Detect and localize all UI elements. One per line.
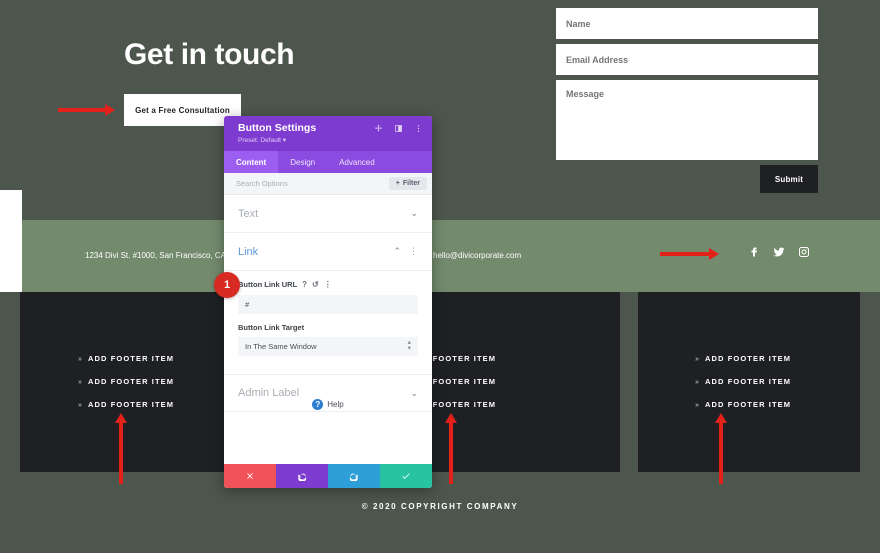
filter-button[interactable]: + Filter — [388, 177, 427, 190]
undo-button[interactable] — [276, 464, 328, 488]
more-options-icon[interactable] — [414, 124, 423, 133]
footer-item[interactable]: »ADD FOOTER ITEM — [695, 400, 791, 409]
name-input[interactable] — [556, 8, 818, 39]
button-link-url-block: Button Link URL ? ↺ ⋮ — [224, 271, 432, 314]
button-link-url-input[interactable] — [238, 295, 418, 314]
chevron-icon: » — [695, 379, 700, 386]
pointer-arrow-footer-3 — [715, 413, 727, 484]
redo-icon — [349, 473, 358, 481]
modal-preset[interactable]: Preset: Default ▾ — [238, 136, 422, 144]
modal-tabs: Content Design Advanced — [224, 151, 432, 173]
save-button[interactable] — [380, 464, 432, 488]
select-arrows-icon: ▴ ▾ — [407, 339, 411, 352]
layout-toggle-icon[interactable] — [394, 124, 403, 133]
more-options-icon[interactable]: ⋮ — [324, 280, 332, 289]
reset-icon[interactable]: ↺ — [312, 280, 319, 289]
button-link-target-label: Button Link Target — [238, 323, 305, 332]
footer-column-3: » ADD FOOTER ITEM » ADD FOOTER ITEM » ADD F… — [638, 292, 860, 472]
twitter-icon[interactable] — [773, 246, 785, 258]
modal-header: Button Settings Preset: Default ▾ — [224, 116, 432, 151]
search-options-bar: Search Options + Filter — [224, 173, 432, 195]
copyright-text: © 2020 COPYRIGHT COMPANY — [361, 502, 519, 511]
footer-item[interactable]: »ADD FOOTER ITEM — [78, 400, 174, 409]
email-text: hello@divicorporate.com — [433, 251, 522, 260]
pointer-arrow-footer-2 — [445, 413, 457, 484]
plus-icon: + — [395, 180, 400, 187]
facebook-icon[interactable] — [748, 246, 760, 258]
chevron-icon: » — [78, 356, 83, 363]
tab-advanced[interactable]: Advanced — [327, 151, 387, 173]
pointer-arrow-footer-1 — [115, 413, 127, 484]
undo-icon — [298, 473, 307, 481]
section-title-link: Link — [238, 245, 259, 258]
page-root: Get in touch Get a Free Consultation Sub… — [0, 0, 880, 553]
section-toggle-link[interactable]: Link ⌃ ⋮ — [224, 233, 432, 271]
section-title-admin-label: Admin Label — [238, 387, 300, 399]
button-link-target-select[interactable]: In The Same Window — [238, 337, 418, 356]
modal-header-actions — [374, 124, 423, 133]
pointer-arrow-social — [660, 248, 719, 260]
x-icon — [247, 473, 253, 479]
button-link-target-block: Button Link Target In The Same Window ▴ ▾ — [224, 314, 432, 356]
page-title: Get in touch — [124, 38, 295, 71]
modal-footer — [224, 464, 432, 488]
submit-button[interactable]: Submit — [760, 165, 818, 193]
chevron-icon: » — [78, 402, 83, 409]
footer-item[interactable]: »ADD FOOTER ITEM — [695, 354, 791, 363]
tab-design[interactable]: Design — [278, 151, 327, 173]
chevron-up-icon[interactable]: ⌃ — [393, 246, 401, 257]
instagram-icon[interactable] — [798, 246, 810, 258]
help-icon: ? — [312, 399, 324, 410]
footer-item[interactable]: »ADD FOOTER ITEM — [695, 377, 791, 386]
chevron-down-icon: ⌄ — [410, 387, 418, 398]
button-link-url-label: Button Link URL ? ↺ ⋮ — [238, 280, 332, 289]
tab-content[interactable]: Content — [224, 151, 279, 173]
white-gutter — [0, 190, 22, 292]
social-links — [748, 246, 810, 258]
button-settings-modal: Button Settings Preset: Default ▾ Conten… — [224, 116, 432, 488]
help-icon[interactable]: ? — [302, 280, 307, 289]
help-link[interactable]: ? Help — [224, 399, 432, 410]
footer-item[interactable]: »ADD FOOTER ITEM — [78, 354, 174, 363]
step-badge-1: 1 — [214, 272, 240, 298]
section-title-text: Text — [238, 207, 259, 220]
check-icon — [402, 473, 410, 479]
footer-item[interactable]: »ADD FOOTER ITEM — [78, 377, 174, 386]
help-label: Help — [327, 400, 344, 409]
chevron-icon: » — [695, 402, 700, 409]
search-input[interactable]: Search Options — [236, 179, 288, 188]
filter-label: Filter — [402, 180, 420, 187]
cancel-button[interactable] — [224, 464, 276, 488]
section-more-icon[interactable]: ⋮ — [409, 246, 418, 257]
email-input[interactable] — [556, 44, 818, 75]
contact-form — [556, 8, 818, 165]
message-input[interactable] — [556, 80, 818, 160]
chevron-down-icon: ⌄ — [410, 208, 418, 218]
chevron-icon: » — [78, 379, 83, 386]
redo-button[interactable] — [328, 464, 380, 488]
pointer-arrow-consultation — [58, 104, 115, 116]
section-toggle-text[interactable]: Text ⌄ — [224, 195, 432, 233]
chevron-icon: » — [695, 356, 700, 363]
move-icon[interactable] — [374, 124, 383, 133]
